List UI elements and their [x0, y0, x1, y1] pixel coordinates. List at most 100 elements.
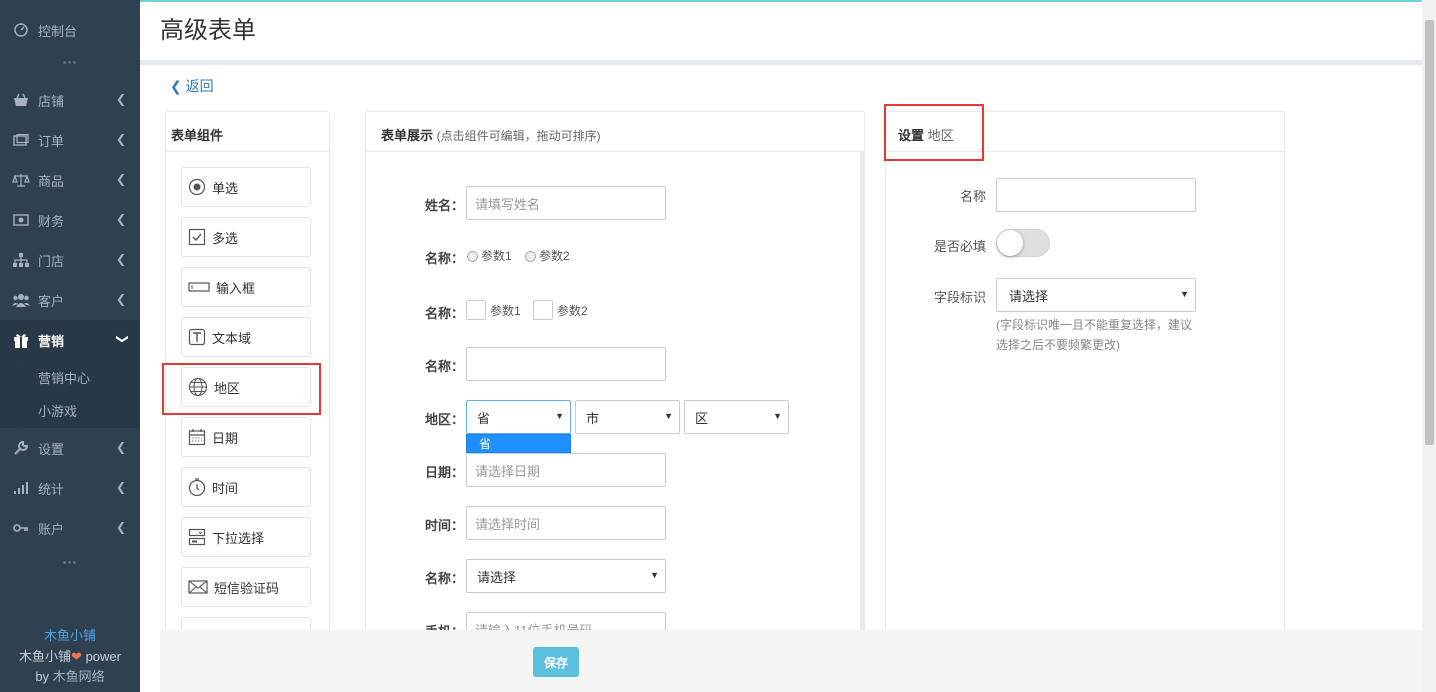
brand-power-line: 木鱼小铺❤ power [0, 646, 140, 665]
nav-marketing[interactable]: 营销 ❮ [0, 320, 140, 360]
custom-select-value: 请选择 [477, 569, 517, 585]
dashboard-icon [12, 22, 30, 38]
component-dropdown-label: 下拉选择 [212, 530, 265, 546]
region-field-label: 地区： [424, 412, 464, 427]
radio-option-2-label: 参数2 [539, 249, 570, 263]
nav-shop[interactable]: 店铺 ❮ [0, 80, 140, 120]
nav-goods[interactable]: 商品 ❮ [0, 160, 140, 200]
time-input[interactable]: 请选择时间 [466, 506, 666, 540]
required-toggle[interactable] [996, 229, 1050, 257]
textarea-icon [188, 328, 206, 346]
radio-option-2[interactable]: 参数2 [525, 247, 570, 264]
settings-title: 设置 地区 [886, 112, 1284, 152]
key-icon [12, 520, 30, 536]
select-field-label: 名称： [424, 571, 464, 586]
sitemap-icon [12, 252, 30, 268]
wrench-icon [12, 440, 30, 456]
component-sms-button[interactable]: 短信验证码 [181, 567, 311, 607]
field-identifier-select[interactable]: 请选择 ▼ [996, 278, 1196, 312]
chevron-left-icon: ❮ [115, 252, 126, 266]
component-radio-label: 单选 [212, 180, 239, 196]
caret-down-icon: ▼ [664, 411, 673, 421]
city-select-value: 市 [586, 410, 600, 426]
field-hint-line-1: (字段标识唯一且不能重复选择，建议 [996, 318, 1192, 332]
nav-statistics-label: 统计 [38, 481, 65, 497]
setting-name-input[interactable] [996, 178, 1196, 212]
chevron-left-icon: ❮ [115, 480, 126, 494]
component-checkbox-button[interactable]: 多选 [181, 217, 311, 257]
caret-down-icon: ▼ [1180, 289, 1189, 299]
settings-title-text: 设置 [898, 128, 925, 143]
component-date-button[interactable]: 日期 [181, 417, 311, 457]
setting-required-label: 是否必填 [933, 239, 986, 254]
checkbox-option-2-label: 参数2 [557, 304, 588, 318]
brand-by-line: by 木鱼网络 [0, 666, 140, 685]
district-select[interactable]: 区 ▼ [684, 400, 789, 434]
radio-option-1[interactable]: 参数1 [467, 247, 512, 264]
back-label: 返回 [185, 78, 214, 94]
date-input[interactable]: 请选择日期 [466, 453, 666, 487]
name-field-label: 姓名： [424, 198, 464, 213]
component-input-button[interactable]: 输入框 [181, 267, 311, 307]
form-display-title-text: 表单展示 [381, 128, 434, 143]
chevron-left-icon: ❮ [115, 440, 126, 454]
radio-option-1-label: 参数1 [481, 249, 512, 263]
component-time-label: 时间 [212, 480, 239, 496]
nav-store[interactable]: 门店 ❮ [0, 240, 140, 280]
component-radio-button[interactable]: 单选 [181, 167, 311, 207]
city-select[interactable]: 市 ▼ [575, 400, 680, 434]
footer-bar [160, 630, 1422, 692]
radio-circle-icon [525, 251, 536, 263]
chevron-left-icon: ❮ [115, 92, 126, 106]
back-link[interactable]: ❮ 返回 [170, 76, 214, 96]
nav-customer-label: 客户 [38, 293, 65, 309]
checkbox-option-2[interactable] [533, 300, 553, 320]
component-sms-label: 短信验证码 [214, 580, 280, 596]
province-dropdown-option[interactable]: 省 [466, 434, 571, 453]
chevron-left-icon: ❮ [115, 172, 126, 186]
brand-company: 木鱼网络 [52, 669, 105, 684]
nav-customer[interactable]: 客户 ❮ [0, 280, 140, 320]
components-panel: 表单组件 单选 多选 输入框 文本域 地区 日期 时间 下拉选择 短信验证码 [165, 111, 330, 692]
province-select[interactable]: 省 ▼ [466, 400, 571, 434]
date-field-label: 日期： [424, 465, 464, 480]
shop-icon [12, 92, 30, 108]
nav-dashboard[interactable]: 控制台 [0, 10, 140, 50]
nav-store-label: 门店 [38, 253, 65, 269]
custom-select[interactable]: 请选择 ▼ [466, 559, 666, 593]
setting-name-label: 名称 [959, 189, 986, 204]
nav-account-label: 账户 [38, 521, 65, 537]
component-time-button[interactable]: 时间 [181, 467, 311, 507]
chevron-down-icon: ❮ [113, 333, 128, 345]
checkbox-field-label: 名称： [424, 306, 464, 321]
nav-account[interactable]: 账户 ❮ [0, 508, 140, 548]
component-dropdown-button[interactable]: 下拉选择 [181, 517, 311, 557]
checkbox-option-1[interactable] [466, 300, 486, 320]
calendar-icon [188, 429, 206, 446]
heart-icon: ❤ [71, 649, 82, 664]
sidebar-divider-dots-2: ••• [62, 557, 78, 569]
subnav-mini-game[interactable]: 小游戏 [18, 394, 140, 427]
name-input[interactable]: 请填写姓名 [466, 186, 666, 220]
field-hint-line-2: 选择之后不要频繁更改) [996, 338, 1120, 352]
text-input[interactable] [466, 347, 666, 381]
sidebar-divider-dots: ••• [62, 57, 78, 69]
nav-dashboard-label: 控制台 [38, 23, 78, 39]
nav-statistics[interactable]: 统计 ❮ [0, 468, 140, 508]
nav-settings[interactable]: 设置 ❮ [0, 428, 140, 468]
nav-order[interactable]: 订单 ❮ [0, 120, 140, 160]
page-scrollbar-thumb[interactable] [1425, 20, 1434, 445]
subnav-marketing-center[interactable]: 营销中心 [18, 361, 140, 394]
chevron-left-icon: ❮ [115, 132, 126, 146]
gift-icon [12, 332, 30, 348]
component-checkbox-label: 多选 [212, 230, 239, 246]
nav-marketing-label: 营销 [38, 333, 65, 349]
setting-field-label: 字段标识 [933, 290, 986, 305]
component-textarea-button[interactable]: 文本域 [181, 317, 311, 357]
form-display-scroll-edge [860, 152, 864, 691]
component-region-button[interactable]: 地区 [181, 367, 311, 407]
nav-finance[interactable]: 财务 ❮ [0, 200, 140, 240]
save-button[interactable]: 保存 [533, 647, 579, 677]
brand-name[interactable]: 木鱼小铺 [0, 625, 140, 644]
text-field-label: 名称： [424, 359, 464, 374]
